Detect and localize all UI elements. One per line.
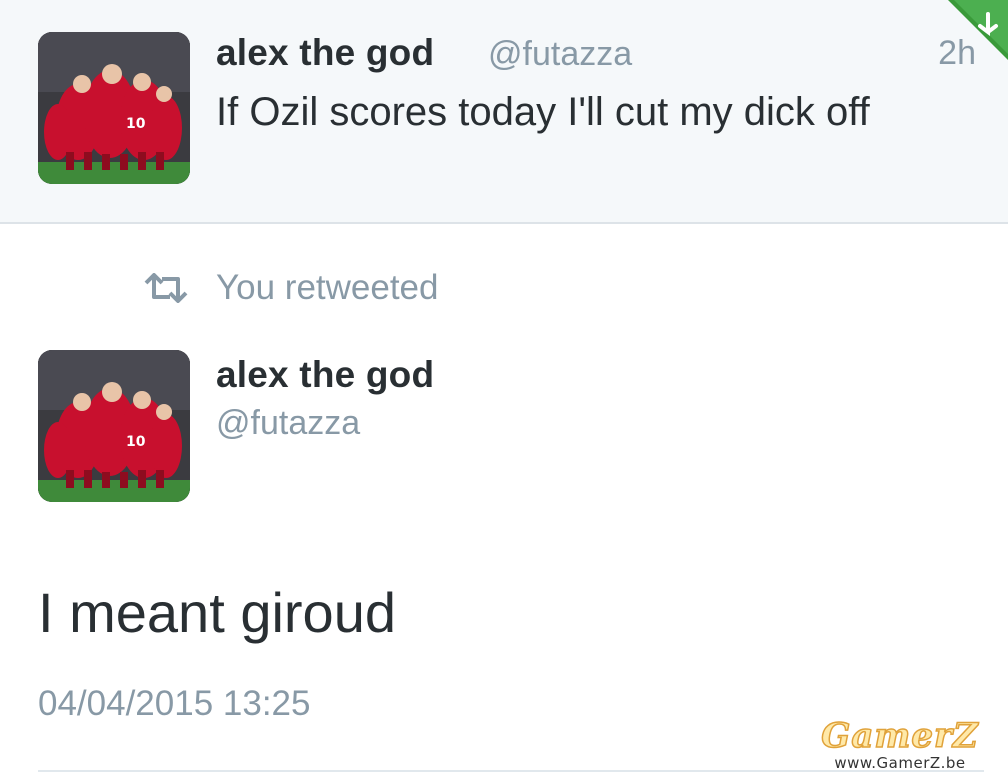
quoted-handle[interactable]: @futazza bbox=[488, 35, 632, 74]
corner-fold-icon bbox=[948, 0, 1008, 60]
retweet-label: You retweeted bbox=[216, 268, 439, 307]
svg-text:10: 10 bbox=[126, 116, 146, 132]
team-huddle-avatar-icon: 10 bbox=[38, 350, 190, 502]
quoted-display-name[interactable]: alex the god bbox=[216, 32, 434, 74]
retweet-context: You retweeted bbox=[142, 268, 439, 308]
quoted-tweet[interactable]: 10 alex the god @futazza 2h If Ozil scor… bbox=[0, 0, 1008, 224]
detail-tweet-text: I meant giroud bbox=[38, 581, 396, 644]
team-huddle-avatar-icon: 10 bbox=[38, 32, 190, 184]
quoted-tweet-avatar[interactable]: 10 bbox=[38, 32, 190, 184]
detail-display-name[interactable]: alex the god bbox=[216, 354, 434, 396]
quoted-tweet-text: If Ozil scores today I'll cut my dick of… bbox=[216, 90, 870, 134]
detail-tweet-avatar[interactable]: 10 bbox=[38, 350, 190, 502]
tweet-screen: 10 alex the god @futazza 2h If Ozil scor… bbox=[0, 0, 1008, 780]
detail-handle[interactable]: @futazza bbox=[216, 404, 360, 443]
detail-timestamp: 04/04/2015 13:25 bbox=[38, 684, 311, 723]
watermark-logo: GamerZ bbox=[821, 716, 979, 756]
retweet-icon bbox=[144, 273, 188, 303]
watermark-url: www.GamerZ.be bbox=[834, 754, 966, 772]
svg-text:10: 10 bbox=[126, 434, 146, 450]
watermark: GamerZ www.GamerZ.be bbox=[810, 716, 990, 772]
